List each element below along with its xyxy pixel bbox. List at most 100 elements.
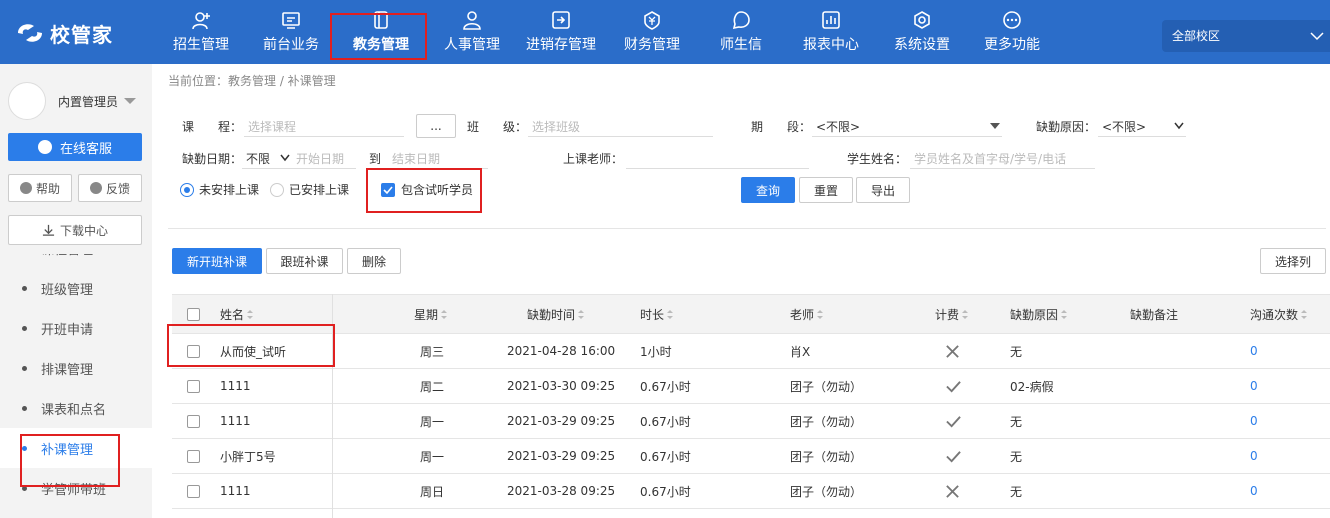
sort-icon — [247, 309, 254, 319]
nav-item-2[interactable]: 教务管理 — [336, 0, 426, 64]
nav-item-4[interactable]: 进销存管理 — [516, 0, 606, 64]
table-row[interactable]: 1111 周一 2021-03-29 09:25 0.67小时 团子（勿动） 无 0 — [172, 404, 1330, 439]
nav-item-9[interactable]: 更多功能 — [967, 0, 1057, 64]
table-row[interactable]: 小胖丁5号 周一 2021-03-29 09:25 0.67小时 团子（勿动） 无 0 — [172, 439, 1330, 474]
teacher-input[interactable] — [626, 147, 809, 169]
select-all-checkbox[interactable] — [187, 295, 200, 333]
cell-charge — [945, 439, 962, 473]
radio-unscheduled[interactable]: 未安排上课 — [180, 181, 259, 198]
inbox-arrow-icon — [552, 11, 570, 29]
cell-comm-count[interactable]: 0 — [1250, 334, 1258, 368]
header-name[interactable]: 姓名 — [220, 295, 254, 333]
sort-icon — [817, 309, 824, 319]
query-button[interactable]: 查询 — [741, 177, 795, 203]
sidebar-item-1[interactable]: 班级管理 — [0, 268, 152, 308]
sidebar-item-5[interactable]: 补课管理 — [0, 428, 152, 468]
cell-comm-count[interactable]: 0 — [1250, 369, 1258, 403]
new-class-makeup-button[interactable]: 新开班补课 — [172, 248, 262, 274]
person-icon — [463, 11, 481, 30]
chevron-down-icon — [1174, 122, 1184, 130]
header-comm[interactable]: 沟通次数 — [1250, 295, 1308, 333]
header-reason[interactable]: 缺勤原因 — [1010, 295, 1068, 333]
radio-unchecked-icon — [270, 182, 284, 197]
header-time[interactable]: 缺勤时间 — [527, 295, 585, 333]
nav-item-label: 人事管理 — [444, 37, 500, 53]
campus-value: 全部校区 — [1172, 29, 1221, 43]
period-value: <不限> — [816, 120, 861, 134]
cell-time: 2021-03-29 09:25 — [507, 414, 616, 428]
user-menu[interactable]: 内置管理员 — [8, 82, 137, 120]
sidebar-item-2[interactable]: 开班申请 — [0, 308, 152, 348]
sidebar-item-3[interactable]: 排课管理 — [0, 348, 152, 388]
cell-reason: 无 — [1010, 484, 1023, 499]
class-input[interactable]: 选择班级 — [528, 115, 713, 137]
feedback-button[interactable]: 反馈 — [78, 174, 142, 202]
cell-reason: 无 — [1010, 414, 1023, 429]
nav-item-8[interactable]: 系统设置 — [877, 0, 967, 64]
cell-comm-count[interactable]: 0 — [1250, 474, 1258, 508]
sort-icon — [441, 309, 448, 319]
table-row[interactable]: 1111 周二 2021-03-30 09:25 0.67小时 团子（勿动） 02-病假 0 — [172, 369, 1330, 404]
export-button[interactable]: 导出 — [856, 177, 910, 203]
header-reason-label: 缺勤原因 — [1010, 307, 1059, 322]
logo[interactable]: 校管家 — [14, 18, 113, 48]
download-center-button[interactable]: 下载中心 — [8, 215, 142, 245]
radio-scheduled[interactable]: 已安排上课 — [270, 181, 349, 198]
nav-item-5[interactable]: 财务管理 — [607, 0, 697, 64]
course-picker-button[interactable]: ... — [416, 114, 456, 138]
table-row[interactable]: 从而使_试听 周三 2021-04-28 16:00 1小时 肖X 无 0 — [172, 334, 1330, 369]
header-name-label: 姓名 — [220, 307, 245, 322]
gear-icon — [914, 11, 930, 29]
nav-item-label: 更多功能 — [984, 37, 1040, 53]
cell-teacher: 肖X — [790, 344, 811, 359]
header-teacher[interactable]: 老师 — [790, 295, 824, 333]
nav-item-7[interactable]: 报表中心 — [786, 0, 876, 64]
sidebar-item-6[interactable]: 学管师带班 — [0, 468, 152, 508]
row-checkbox[interactable] — [187, 439, 200, 473]
header-week[interactable]: 星期 — [414, 295, 448, 333]
sidebar-item-0[interactable]: 课程管理 — [0, 254, 152, 268]
reason-select[interactable]: <不限> — [1098, 115, 1186, 137]
campus-select[interactable]: 全部校区 — [1162, 20, 1330, 52]
delete-button[interactable]: 删除 — [347, 248, 401, 274]
help-button[interactable]: 帮助 — [8, 174, 72, 202]
row-checkbox[interactable] — [187, 334, 200, 368]
date-start-input[interactable]: 开始日期 — [292, 147, 356, 169]
nav-item-0[interactable]: 招生管理 — [156, 0, 246, 64]
header-duration[interactable]: 时长 — [640, 295, 674, 333]
row-checkbox[interactable] — [187, 474, 200, 508]
course-input[interactable]: 选择课程 — [244, 115, 404, 137]
sidebar-item-label: 排课管理 — [41, 362, 94, 378]
student-search-input[interactable]: 学员姓名及首字母/学号/电话 — [910, 147, 1095, 169]
cell-comm-count[interactable]: 0 — [1250, 439, 1258, 473]
sidebar-item-label: 开班申请 — [41, 322, 94, 338]
cell-time: 2021-03-30 09:25 — [507, 379, 616, 393]
feedback-icon — [89, 182, 102, 194]
row-checkbox[interactable] — [187, 369, 200, 403]
nav-item-6[interactable]: 师生信 — [696, 0, 786, 64]
cell-teacher: 团子（勿动） — [790, 449, 863, 464]
sidebar-item-4[interactable]: 课表和点名 — [0, 388, 152, 428]
chat-icon — [732, 11, 750, 30]
period-select[interactable]: <不限> — [812, 115, 1002, 137]
row-checkbox[interactable] — [187, 404, 200, 438]
nav-item-label: 财务管理 — [624, 37, 680, 53]
date-mode-select[interactable]: 不限 — [242, 147, 292, 169]
table-row[interactable]: 1111 周日 2021-03-28 09:25 0.67小时 团子（勿动） 无 0 — [172, 474, 1330, 509]
nav-item-label: 进销存管理 — [526, 37, 596, 53]
date-end-input[interactable]: 结束日期 — [388, 147, 488, 169]
nav-item-1[interactable]: 前台业务 — [246, 0, 336, 64]
follow-class-makeup-button[interactable]: 跟班补课 — [266, 248, 343, 274]
choose-columns-button[interactable]: 选择列 — [1260, 248, 1326, 274]
include-trial-checkbox[interactable]: 包含试听学员 — [381, 181, 473, 198]
top-nav-bar: 校管家 招生管理 前台业务 教务管理 人事管理 进销存管理 财务管理 师生信 报表中心 系统设置… — [0, 0, 1330, 64]
cell-week: 周一 — [420, 449, 445, 464]
cell-charge — [945, 474, 960, 508]
online-service-button[interactable]: 在线客服 — [8, 133, 142, 161]
nav-item-3[interactable]: 人事管理 — [427, 0, 517, 64]
header-charge[interactable]: 计费 — [935, 295, 969, 333]
cell-comm-count[interactable]: 0 — [1250, 404, 1258, 438]
nav-item-label: 招生管理 — [173, 37, 229, 53]
cell-duration: 1小时 — [640, 344, 672, 359]
reset-button[interactable]: 重置 — [799, 177, 853, 203]
